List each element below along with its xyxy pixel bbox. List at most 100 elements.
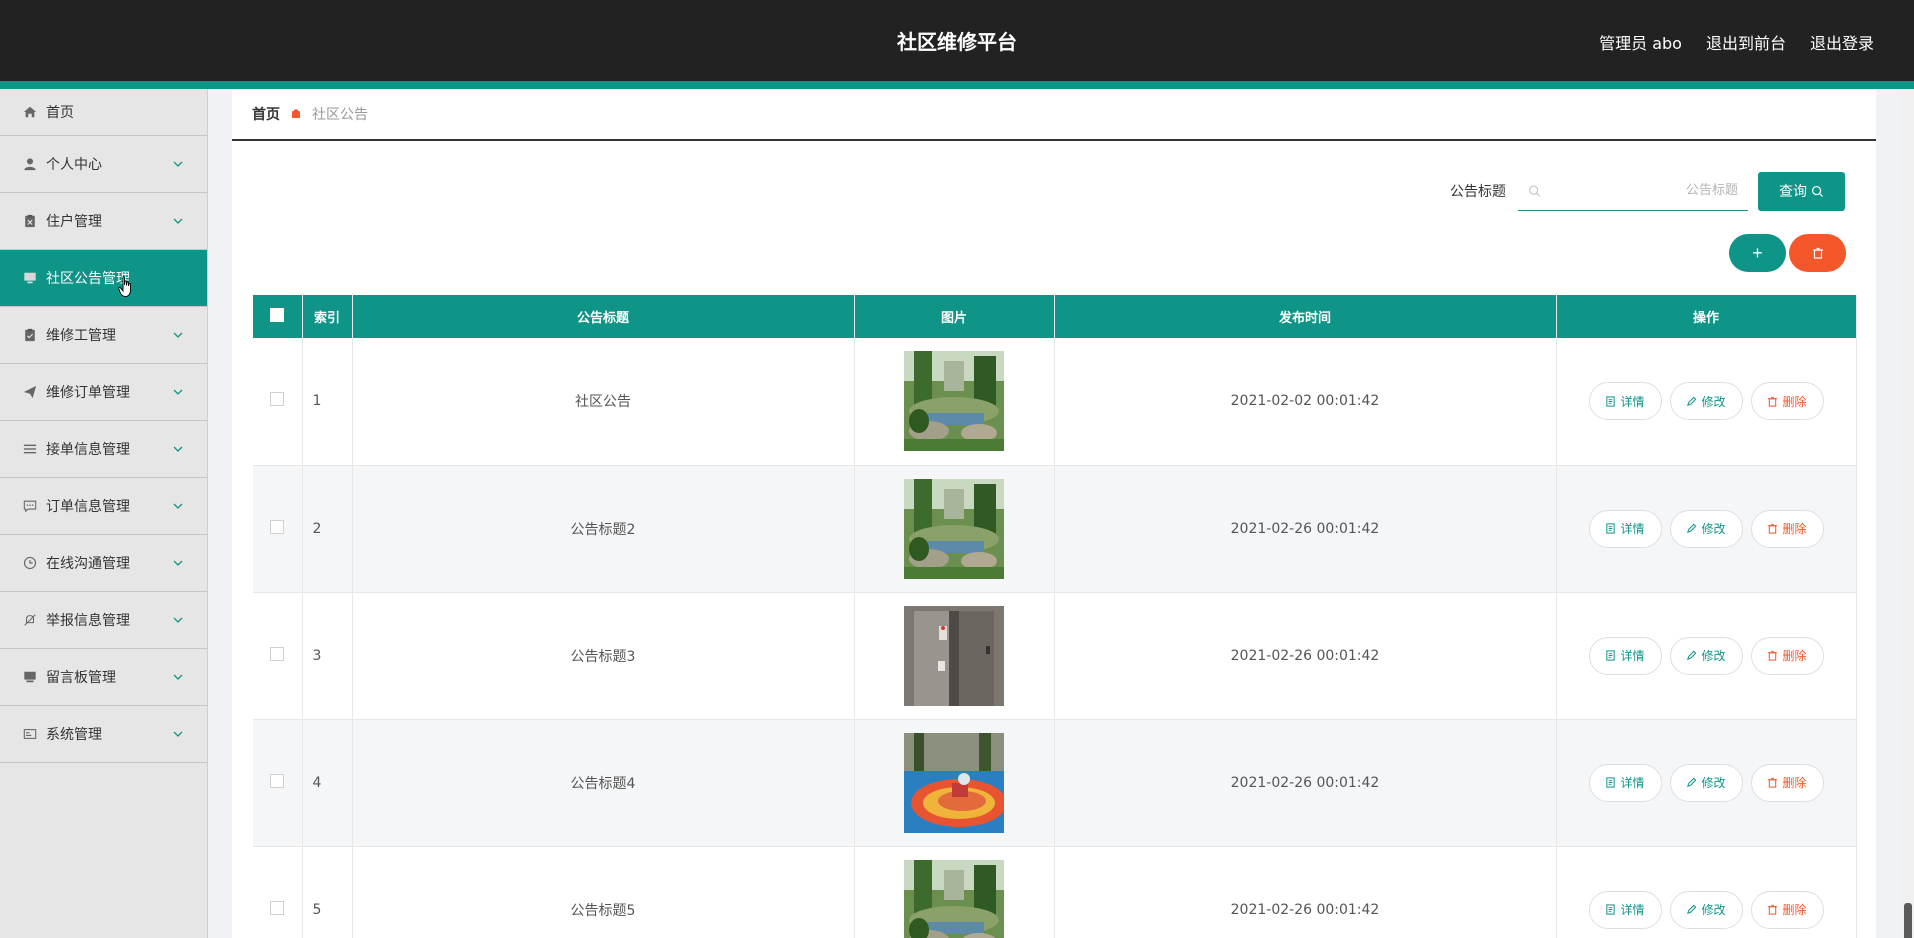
detail-button[interactable]: 详情	[1588, 509, 1662, 548]
sidebar-item-announcement[interactable]: 社区公告管理	[0, 250, 207, 307]
sidebar-item-message-board[interactable]: 留言板管理	[0, 649, 207, 706]
user-label[interactable]: 管理员 abo	[1599, 30, 1682, 54]
sidebar-item-online-chat[interactable]: 在线沟通管理	[0, 535, 207, 592]
edit-icon	[1687, 650, 1697, 660]
row-index: 1	[302, 338, 353, 466]
main-content: 首页 社区公告 公告标题 查询 + 索引 公告标题 图	[232, 89, 1876, 938]
sidebar-item-repairman[interactable]: 维修工管理	[0, 307, 207, 364]
edit-button[interactable]: 修改	[1669, 509, 1743, 548]
sidebar-item-label: 维修工管理	[46, 328, 116, 344]
edit-icon	[1687, 523, 1697, 533]
sidebar-item-report[interactable]: 举报信息管理	[0, 592, 207, 649]
query-button[interactable]: 查询	[1758, 171, 1845, 211]
scrollbar[interactable]	[1900, 89, 1914, 938]
edit-button[interactable]: 修改	[1669, 763, 1743, 802]
top-bar: 社区维修平台 管理员 abo 退出到前台 退出登录	[0, 0, 1914, 81]
send-icon	[22, 384, 38, 400]
announcement-image	[904, 859, 1004, 938]
row-checkbox[interactable]	[270, 392, 285, 407]
trash-icon	[1768, 650, 1778, 661]
sidebar-item-label: 接单信息管理	[46, 442, 130, 458]
row-checkbox[interactable]	[270, 900, 285, 915]
row-title: 社区公告	[352, 338, 855, 466]
logout-link[interactable]: 退出登录	[1810, 30, 1874, 54]
row-checkbox-cell[interactable]	[253, 338, 303, 466]
document-icon	[1606, 650, 1616, 661]
sidebar-item-label: 首页	[46, 105, 74, 121]
sidebar: 首页 个人中心 住户管理 社区公告管理 维修工管理 维修订单管理 接单信息管理 …	[0, 89, 208, 938]
chevron-down-icon	[173, 731, 183, 737]
delete-button[interactable]: 删除	[1750, 509, 1824, 548]
sidebar-item-resident[interactable]: 住户管理	[0, 193, 207, 250]
search-icon	[1811, 185, 1824, 197]
announcement-table: 索引 公告标题 图片 发布时间 操作 1 社区公告 2021-02-02 00:…	[253, 295, 1857, 938]
row-checkbox-cell[interactable]	[253, 719, 303, 847]
header-checkbox-cell[interactable]	[253, 295, 303, 338]
search-input[interactable]	[1541, 183, 1738, 198]
query-button-label: 查询	[1779, 183, 1807, 199]
sidebar-item-accept-order[interactable]: 接单信息管理	[0, 421, 207, 478]
row-title: 公告标题5	[352, 846, 855, 938]
edit-button[interactable]: 修改	[1669, 636, 1743, 675]
row-index: 4	[302, 719, 353, 847]
row-ops: 详情 修改 删除	[1556, 338, 1857, 466]
sidebar-item-label: 举报信息管理	[46, 613, 130, 629]
sidebar-item-personal-center[interactable]: 个人中心	[0, 136, 207, 193]
bell-off-icon	[22, 612, 38, 628]
row-checkbox-cell[interactable]	[253, 846, 303, 938]
edit-icon	[1687, 396, 1697, 406]
delete-button[interactable]: 删除	[1750, 890, 1824, 929]
search-field[interactable]	[1518, 171, 1748, 211]
row-checkbox[interactable]	[270, 519, 285, 534]
detail-button[interactable]: 详情	[1588, 382, 1662, 421]
row-time: 2021-02-26 00:01:42	[1054, 846, 1557, 938]
document-icon	[1606, 904, 1616, 915]
select-all-checkbox[interactable]	[270, 307, 285, 322]
chevron-down-icon	[173, 446, 183, 452]
sidebar-item-label: 系统管理	[46, 727, 102, 743]
sidebar-item-repair-order[interactable]: 维修订单管理	[0, 364, 207, 421]
announcement-image	[904, 605, 1004, 706]
document-icon	[1606, 396, 1616, 407]
edit-icon	[1687, 904, 1697, 914]
batch-delete-button[interactable]	[1789, 234, 1846, 272]
table-header-row: 索引 公告标题 图片 发布时间 操作	[253, 295, 1857, 338]
detail-button[interactable]: 详情	[1588, 636, 1662, 675]
breadcrumb-current: 社区公告	[312, 107, 368, 123]
sidebar-item-order-info[interactable]: 订单信息管理	[0, 478, 207, 535]
row-checkbox[interactable]	[270, 646, 285, 661]
detail-button[interactable]: 详情	[1588, 890, 1662, 929]
trash-icon	[1812, 247, 1823, 259]
add-button[interactable]: +	[1729, 234, 1786, 272]
sidebar-item-system[interactable]: 系统管理	[0, 706, 207, 763]
edit-button[interactable]: 修改	[1669, 890, 1743, 929]
row-index: 5	[302, 846, 353, 938]
row-checkbox-cell[interactable]	[253, 592, 303, 720]
detail-button-label: 详情	[1620, 903, 1645, 917]
delete-button[interactable]: 删除	[1750, 636, 1824, 675]
trash-icon	[1768, 904, 1778, 915]
row-time: 2021-02-26 00:01:42	[1054, 465, 1557, 593]
breadcrumb-home[interactable]: 首页	[252, 104, 280, 124]
chevron-down-icon	[173, 560, 183, 566]
delete-button[interactable]: 删除	[1750, 763, 1824, 802]
row-checkbox-cell[interactable]	[253, 465, 303, 593]
clipboard-x-icon	[22, 213, 38, 229]
sidebar-item-home[interactable]: 首页	[0, 89, 207, 136]
sidebar-item-label: 留言板管理	[46, 670, 116, 686]
delete-button-label: 删除	[1782, 903, 1807, 917]
clipboard-check-icon	[22, 327, 38, 343]
chevron-down-icon	[173, 617, 183, 623]
to-front-link[interactable]: 退出到前台	[1706, 30, 1786, 54]
chevron-down-icon	[173, 332, 183, 338]
breadcrumb: 首页 社区公告	[232, 89, 1876, 141]
table-row: 3 公告标题3 2021-02-26 00:01:42 详情 修改 删除	[253, 592, 1857, 720]
scrollbar-thumb[interactable]	[1904, 903, 1912, 938]
detail-button[interactable]: 详情	[1588, 763, 1662, 802]
row-time: 2021-02-26 00:01:42	[1054, 719, 1557, 847]
header-title: 公告标题	[352, 295, 855, 338]
edit-button[interactable]: 修改	[1669, 382, 1743, 421]
row-checkbox[interactable]	[270, 773, 285, 788]
delete-button[interactable]: 删除	[1750, 382, 1824, 421]
detail-button-label: 详情	[1620, 649, 1645, 663]
